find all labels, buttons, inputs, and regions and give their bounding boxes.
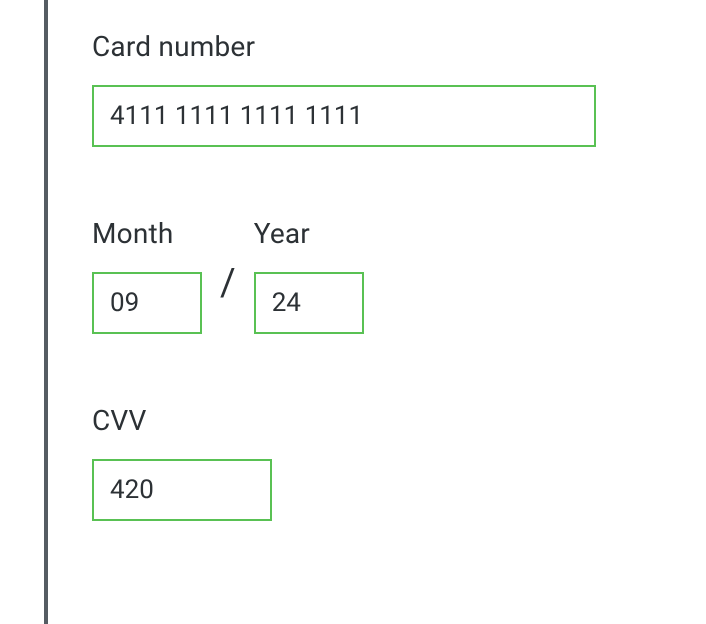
card-number-input[interactable]: [92, 85, 596, 147]
cvv-input[interactable]: [92, 459, 272, 521]
month-input[interactable]: [92, 272, 202, 334]
payment-form: Card number Month / Year CVV: [92, 30, 642, 591]
cvv-group: CVV: [92, 404, 642, 521]
card-number-group: Card number: [92, 30, 642, 147]
expiry-year-col: Year: [254, 217, 364, 334]
expiry-month-col: Month: [92, 217, 202, 334]
expiry-row: Month / Year: [92, 217, 642, 334]
year-input[interactable]: [254, 272, 364, 334]
expiry-group: Month / Year: [92, 217, 642, 334]
expiry-separator: /: [220, 264, 236, 302]
year-label: Year: [254, 217, 364, 250]
cvv-label: CVV: [92, 404, 642, 437]
month-label: Month: [92, 217, 202, 250]
card-number-label: Card number: [92, 30, 642, 63]
vertical-divider: [44, 0, 48, 624]
